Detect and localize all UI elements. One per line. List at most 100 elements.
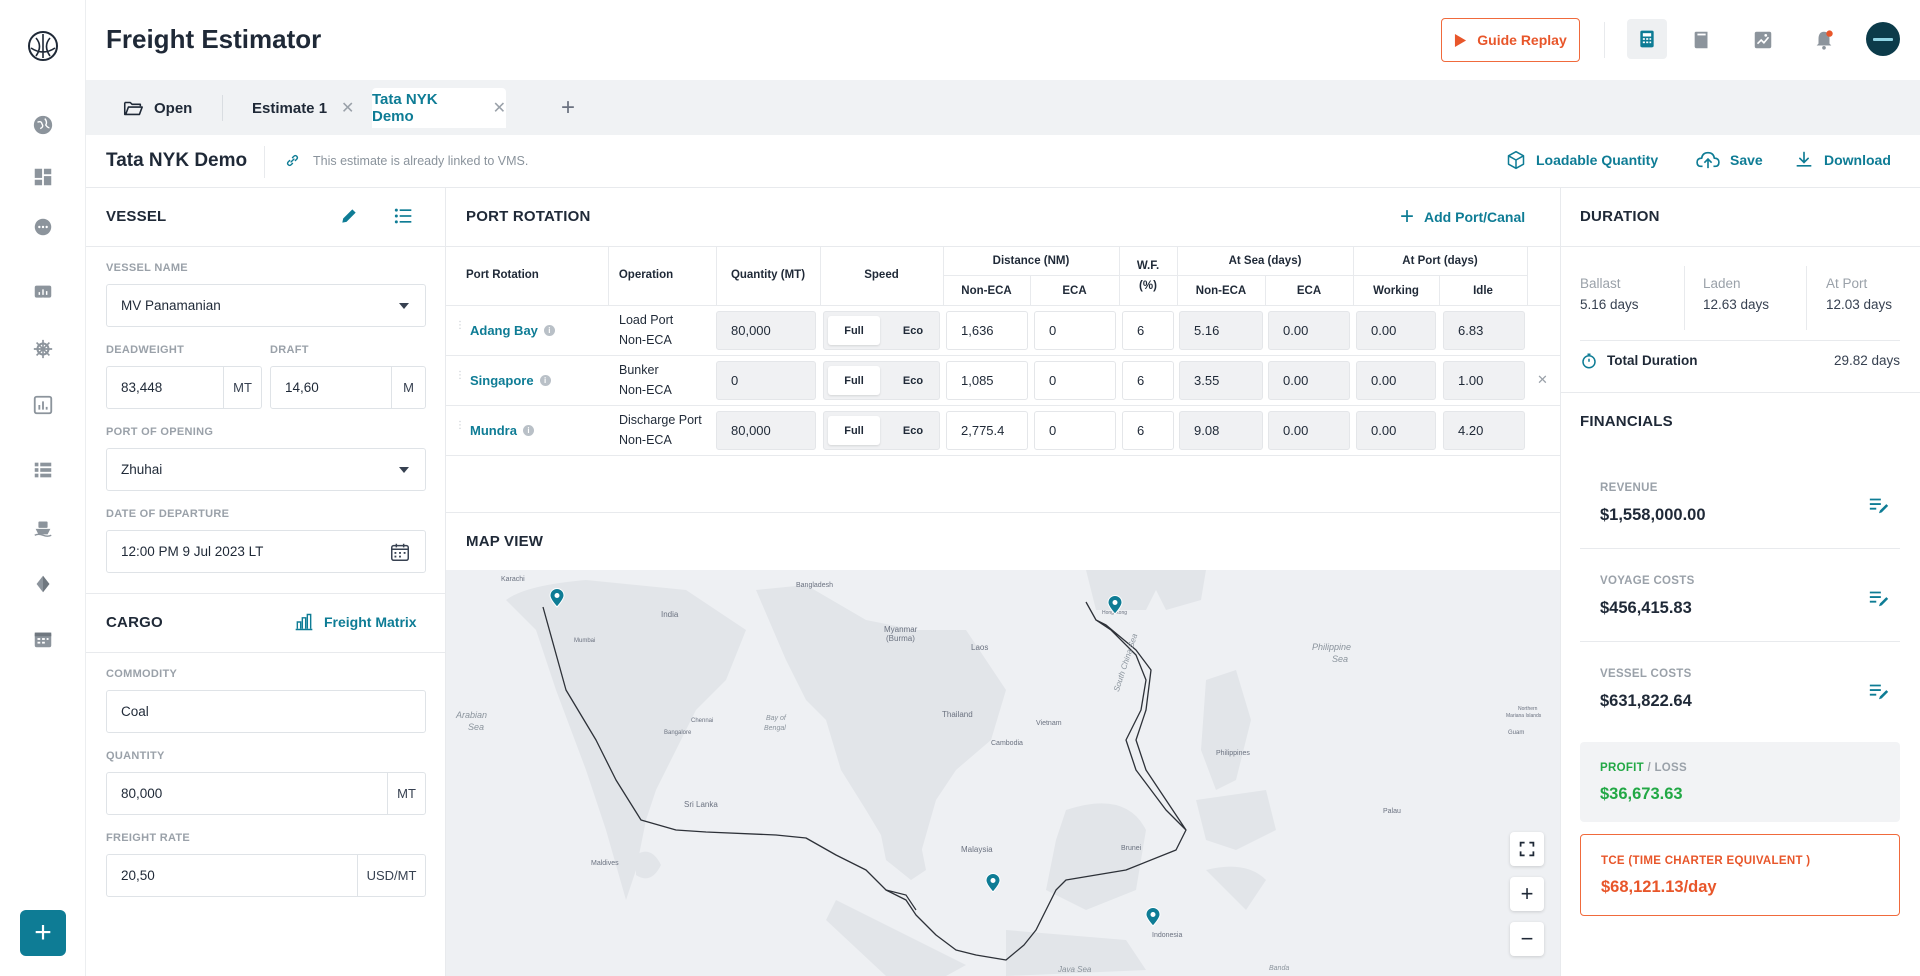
loadable-quantity-button[interactable]: Loadable Quantity [1506, 150, 1658, 170]
idle-cell[interactable]: 4.20 [1443, 411, 1525, 450]
notification-bell-icon[interactable] [1812, 28, 1836, 52]
analytics-icon[interactable] [31, 393, 55, 417]
presentation-icon[interactable] [31, 281, 55, 305]
info-icon[interactable]: i [543, 325, 555, 336]
working-cell[interactable]: 0.00 [1356, 311, 1436, 350]
vessel-name-select[interactable]: MV Panamanian [106, 284, 426, 327]
calendar-icon[interactable] [31, 627, 55, 651]
departure-date-input[interactable]: 12:00 PM 9 Jul 2023 LT [106, 530, 426, 573]
ship-icon[interactable] [31, 515, 55, 539]
profit-label-group: PROFIT / LOSS [1600, 762, 1687, 774]
speed-eco-option[interactable]: Eco [890, 416, 936, 445]
add-port-canal-button[interactable]: + Add Port/Canal [1400, 203, 1525, 230]
port-link[interactable]: Mundra i [470, 423, 534, 438]
user-avatar[interactable] [1866, 22, 1900, 56]
port-link[interactable]: Adang Bay i [470, 323, 555, 338]
tab-estimate-1[interactable]: Estimate 1 ✕ [252, 88, 354, 128]
quantity-cell[interactable]: 80,000 [716, 311, 816, 350]
calendar-icon[interactable] [389, 541, 411, 563]
distance-non-eca-input[interactable]: 1,636 [946, 311, 1028, 350]
idle-cell[interactable]: 1.00 [1443, 361, 1525, 400]
list-view-icon[interactable] [392, 206, 414, 226]
edit-list-icon[interactable] [1868, 587, 1890, 609]
map-label: Cambodia [991, 740, 1023, 747]
distance-eca-input[interactable]: 0 [1034, 361, 1116, 400]
globe-icon[interactable] [31, 113, 55, 137]
commodity-input[interactable]: Coal [106, 690, 426, 733]
map-label: Guam [1508, 730, 1525, 736]
speed-eco-option[interactable]: Eco [890, 316, 936, 345]
wf-input[interactable]: 6 [1122, 361, 1174, 400]
freight-rate-input[interactable]: 20,50 USD/MT [106, 854, 426, 897]
app-logo-icon[interactable] [27, 30, 59, 62]
fuel-drop-icon[interactable] [31, 572, 55, 596]
freight-matrix-button[interactable]: Freight Matrix [294, 612, 417, 632]
tab-tata-nyk-demo[interactable]: Tata NYK Demo ✕ [372, 88, 506, 128]
freight-rate-unit: USD/MT [357, 855, 425, 896]
tab-open[interactable]: Open [122, 88, 192, 128]
departure-value: 12:00 PM 9 Jul 2023 LT [121, 544, 264, 559]
speed-eco-option[interactable]: Eco [890, 366, 936, 395]
deadweight-input[interactable]: 83,448 MT [106, 366, 262, 409]
wf-input[interactable]: 6 [1122, 311, 1174, 350]
add-tab-button[interactable]: + [561, 88, 575, 128]
working-cell[interactable]: 0.00 [1356, 411, 1436, 450]
calculator-tab-button[interactable] [1627, 19, 1667, 59]
wf-input[interactable]: 6 [1122, 411, 1174, 450]
speed-toggle[interactable]: Full Eco [823, 411, 940, 450]
drag-handle-icon[interactable]: ⋮ [455, 321, 465, 331]
draft-input[interactable]: 14,60 M [270, 366, 426, 409]
ship-wheel-icon[interactable] [31, 337, 55, 361]
port-of-opening-select[interactable]: Zhuhai [106, 448, 426, 491]
book-icon[interactable] [1690, 28, 1714, 52]
drag-handle-icon[interactable]: ⋮ [455, 371, 465, 381]
map-pin-icon[interactable] [549, 588, 565, 608]
info-icon[interactable]: i [539, 375, 551, 386]
plus-icon: + [1400, 203, 1415, 230]
remove-row-icon[interactable]: ✕ [1537, 372, 1548, 388]
distance-non-eca-input[interactable]: 2,775.4 [946, 411, 1028, 450]
draft-unit: M [391, 367, 425, 408]
close-icon[interactable]: ✕ [493, 98, 506, 118]
edit-list-icon[interactable] [1868, 494, 1890, 516]
speed-toggle[interactable]: Full Eco [823, 361, 940, 400]
guide-replay-button[interactable]: Guide Replay [1441, 18, 1580, 62]
distance-non-eca-input[interactable]: 1,085 [946, 361, 1028, 400]
distance-eca-input[interactable]: 0 [1034, 411, 1116, 450]
profit-label: PROFIT [1600, 762, 1644, 774]
speed-toggle[interactable]: Full Eco [823, 311, 940, 350]
report-icon[interactable] [1751, 28, 1775, 52]
zoom-out-button[interactable]: − [1510, 922, 1544, 956]
map-pin-icon[interactable] [1107, 595, 1123, 615]
edit-list-icon[interactable] [1868, 680, 1890, 702]
at-port-label: At Port [1826, 276, 1868, 291]
dashboard-icon[interactable] [31, 165, 55, 189]
speed-full-option[interactable]: Full [828, 316, 880, 345]
working-cell[interactable]: 0.00 [1356, 361, 1436, 400]
pencil-edit-icon[interactable] [339, 206, 359, 226]
quantity-cell[interactable]: 0 [716, 361, 816, 400]
list-icon[interactable] [31, 458, 55, 482]
download-label: Download [1824, 152, 1891, 168]
tab-open-label: Open [154, 99, 193, 117]
zoom-in-button[interactable]: + [1510, 877, 1544, 911]
quantity-input[interactable]: 80,000 MT [106, 772, 426, 815]
fullscreen-button[interactable] [1510, 832, 1544, 866]
speed-full-option[interactable]: Full [828, 366, 880, 395]
idle-cell[interactable]: 6.83 [1443, 311, 1525, 350]
speed-full-option[interactable]: Full [828, 416, 880, 445]
map-pin-icon[interactable] [985, 873, 1001, 893]
download-button[interactable]: Download [1794, 150, 1891, 170]
port-link[interactable]: Singapore i [470, 373, 551, 388]
map-pin-icon[interactable] [1145, 907, 1161, 927]
freight-matrix-label: Freight Matrix [324, 614, 417, 630]
distance-eca-input[interactable]: 0 [1034, 311, 1116, 350]
info-icon[interactable]: i [522, 425, 534, 436]
quantity-cell[interactable]: 80,000 [716, 411, 816, 450]
chat-icon[interactable] [31, 215, 55, 239]
drag-handle-icon[interactable]: ⋮ [455, 421, 465, 431]
add-new-button[interactable]: + [20, 910, 66, 956]
close-icon[interactable]: ✕ [341, 98, 354, 118]
route-map[interactable]: Karachi Bangladesh Myanmar (Burma) India… [446, 570, 1560, 976]
save-button[interactable]: Save [1696, 150, 1763, 170]
